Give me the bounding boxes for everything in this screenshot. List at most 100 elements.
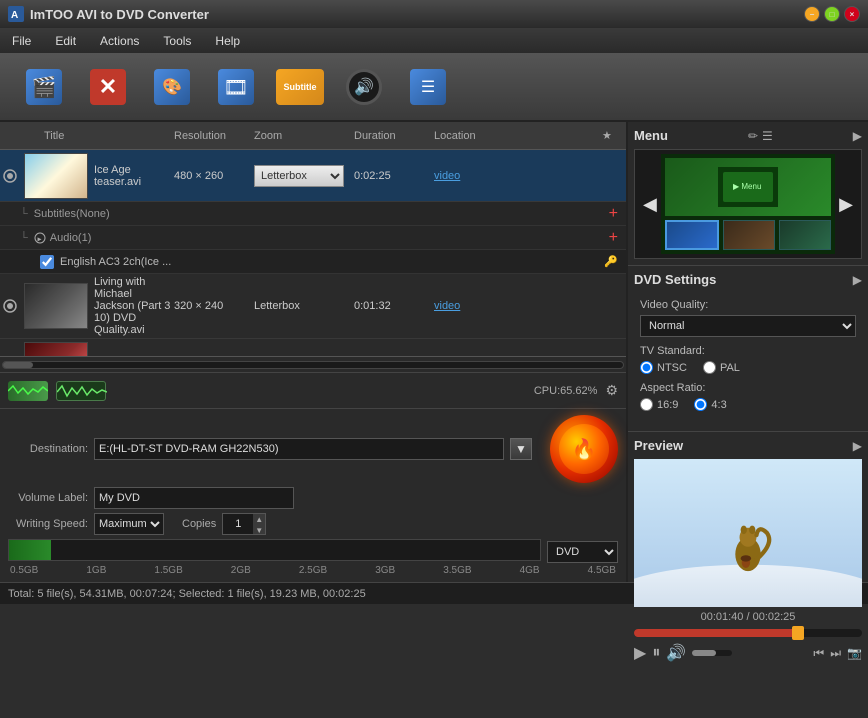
table-row[interactable]: Ice Age teaser.avi 480 × 260 Letterbox P… (0, 150, 626, 202)
zoom-select[interactable]: Letterbox Pan & Scan Full (254, 165, 344, 187)
maximize-button[interactable]: □ (824, 6, 840, 22)
writing-speed-select[interactable]: Maximum High Medium Low (94, 513, 164, 535)
audio-track-row: English AC3 2ch(Ice ... 🔑 (0, 250, 626, 274)
audio-label: Audio(1) (50, 232, 92, 244)
video-quality-select[interactable]: Normal High Low Custom (640, 315, 856, 337)
volume-fill (692, 650, 716, 656)
thumb-small-1[interactable] (665, 220, 719, 250)
indent-icon: └ (20, 208, 28, 220)
pause-button[interactable]: ⏸ (652, 644, 660, 662)
subtitles-row: └ Subtitles(None) + (0, 202, 626, 226)
video-quality-row: Video Quality: Normal High Low Custom (640, 299, 856, 337)
preview-progress-thumb[interactable] (792, 626, 804, 640)
thumbnail (24, 283, 88, 329)
burn-button[interactable]: 🔥 (550, 415, 618, 483)
file-location[interactable]: video (434, 300, 626, 312)
file-duration: 0:02:25 (354, 170, 434, 182)
menu-section-title: Menu (634, 128, 668, 143)
col-resolution: Resolution (174, 130, 254, 142)
volume-label: Volume Label: (8, 492, 88, 504)
film-icon: 🎬 (26, 69, 62, 105)
horizontal-scrollbar[interactable] (0, 356, 626, 372)
settings-icon[interactable]: ⚙ (605, 382, 618, 399)
preview-progress-bar[interactable] (634, 629, 862, 637)
dvd-settings-expand-button[interactable]: ▶ (853, 273, 862, 287)
copies-up-button[interactable]: ▲ (253, 514, 265, 525)
copies-down-button[interactable]: ▼ (253, 525, 265, 536)
ratio-16-9-radio[interactable] (640, 398, 653, 411)
col-duration: Duration (354, 130, 434, 142)
convert-button[interactable]: 🎨 (148, 63, 196, 111)
menu-expand-button[interactable]: ▶ (853, 129, 862, 143)
pal-label: PAL (720, 362, 740, 374)
toolbar: 🎬 ✕ 🎨 🎞 Subtitle 🔊 ☰ (0, 54, 868, 122)
thumb-small-2[interactable] (723, 220, 775, 250)
ntsc-radio-label[interactable]: NTSC (640, 361, 687, 374)
add-audio-button[interactable]: + (609, 229, 618, 247)
menu-help[interactable]: Help (211, 32, 244, 50)
svg-text:▸: ▸ (37, 234, 41, 243)
col-title: Title (4, 130, 174, 142)
file-resolution: 320 × 240 (174, 300, 254, 312)
prev-frame-button[interactable]: ⏮ (813, 646, 824, 661)
ntsc-radio[interactable] (640, 361, 653, 374)
list-icon: ☰ (410, 69, 446, 105)
subtitle-icon: Subtitle (276, 69, 324, 105)
preview-expand-button[interactable]: ▶ (853, 439, 862, 453)
menu-list-button[interactable]: ☰ (762, 129, 773, 143)
ratio-4-3-radio[interactable] (694, 398, 707, 411)
list-button[interactable]: ☰ (404, 63, 452, 111)
menu-prev-button[interactable]: ◀ (639, 190, 661, 219)
status-text: Total: 5 file(s), 54.31MB, 00:07:24; Sel… (8, 588, 366, 600)
close-button[interactable]: × (844, 6, 860, 22)
ratio-16-9-label[interactable]: 16:9 (640, 398, 678, 411)
destination-input[interactable] (94, 438, 504, 460)
disc-format-select[interactable]: DVD DVD-DL BD (547, 541, 618, 563)
destination-label: Destination: (8, 443, 88, 455)
menu-edit-button[interactable]: ✏ (748, 129, 758, 143)
dvd-settings-body: Video Quality: Normal High Low Custom TV… (634, 293, 862, 425)
minimize-button[interactable]: − (804, 6, 820, 22)
subtitle-button[interactable]: Subtitle (276, 63, 324, 111)
copies-input[interactable] (223, 514, 253, 534)
remove-button[interactable]: ✕ (84, 63, 132, 111)
menu-edit[interactable]: Edit (51, 32, 80, 50)
dvd-settings-title: DVD Settings (634, 272, 716, 287)
snapshot-button[interactable]: 📷 (847, 646, 862, 661)
destination-dropdown-button[interactable]: ▼ (510, 438, 532, 460)
file-resolution: 480 × 260 (174, 170, 254, 182)
volume-input[interactable] (94, 487, 294, 509)
next-frame-button[interactable]: ⏭ (830, 646, 841, 661)
file-list-body: Ice Age teaser.avi 480 × 260 Letterbox P… (0, 150, 626, 356)
play-button[interactable]: ▶ (634, 643, 646, 663)
table-row[interactable]: verona.avi 280 × 210 Letterbox 0:01:01 v… (0, 339, 626, 356)
menu-file[interactable]: File (8, 32, 35, 50)
volume-slider[interactable] (692, 650, 732, 656)
subtitles-label: Subtitles(None) (34, 208, 110, 220)
menu-tools[interactable]: Tools (159, 32, 195, 50)
ratio-4-3-label[interactable]: 4:3 (694, 398, 726, 411)
table-row[interactable]: Living with Michael Jackson (Part 3 10) … (0, 274, 626, 339)
add-video-button[interactable]: 🎬 (20, 63, 68, 111)
convert-icon: 🎨 (154, 69, 190, 105)
audio-track-checkbox[interactable] (40, 255, 54, 269)
file-duration: 0:01:32 (354, 300, 434, 312)
audio-button[interactable]: 🔊 (340, 63, 388, 111)
thumb-small-3[interactable] (779, 220, 831, 250)
menu-next-button[interactable]: ▶ (835, 190, 857, 219)
pal-radio-label[interactable]: PAL (703, 361, 740, 374)
file-zoom: Letterbox Pan & Scan Full (254, 165, 354, 187)
preview-controls: ▶ ⏸ 🔊 ⏮ ⏭ 📷 (634, 643, 862, 663)
waveform-wave (56, 381, 106, 401)
ratio-4-3-text: 4:3 (711, 399, 726, 411)
add-more-button[interactable]: 🎞 (212, 63, 260, 111)
preview-section: Preview ▶ (628, 432, 868, 669)
preview-time: 00:01:40 / 00:02:25 (634, 611, 862, 623)
right-panel: Menu ✏ ☰ ▶ ◀ ▶ Menu (628, 122, 868, 582)
remove-icon: ✕ (90, 69, 126, 105)
add-subtitle-button[interactable]: + (609, 205, 618, 223)
menu-actions[interactable]: Actions (96, 32, 143, 50)
volume-button[interactable]: 🔊 (666, 643, 686, 663)
pal-radio[interactable] (703, 361, 716, 374)
file-location[interactable]: video (434, 170, 626, 182)
